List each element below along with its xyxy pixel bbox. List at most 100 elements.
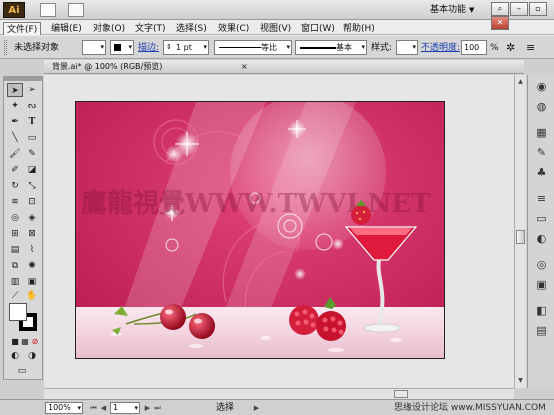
free-transform-tool-icon[interactable]: ⊡ <box>24 195 40 209</box>
rotate-tool-icon[interactable]: ↻ <box>7 179 23 193</box>
layers-panel-icon[interactable]: ◧ <box>533 303 550 319</box>
previous-artboard-icon[interactable]: ◀ <box>99 403 108 413</box>
close-tab-icon[interactable]: × <box>241 62 248 72</box>
chevron-down-icon: ▾ <box>134 404 138 412</box>
stepper-icon[interactable]: ⇕ <box>166 41 172 54</box>
symbols-panel-icon[interactable]: ♣ <box>533 165 550 181</box>
app-logo: Ai <box>3 2 25 18</box>
search-icon[interactable]: ⌕ <box>491 2 509 16</box>
appearance-panel-icon[interactable]: ◎ <box>533 257 550 273</box>
canvas-area[interactable]: 鷹龍視覺WWW.TWVI.NET <box>44 75 514 388</box>
type-tool-icon[interactable]: T <box>24 115 40 129</box>
profile-label: 等比 <box>261 41 277 54</box>
next-artboard-icon[interactable]: ▶ <box>143 403 152 413</box>
opacity-unit: % <box>490 43 499 53</box>
minimize-button[interactable]: – <box>510 2 528 16</box>
artboard[interactable]: 鷹龍視覺WWW.TWVI.NET <box>75 101 445 359</box>
menu-edit[interactable]: 编辑(E) <box>48 22 85 36</box>
status-menu-icon[interactable]: ▶ <box>252 403 261 413</box>
workspace-switcher[interactable]: 基本功能 ▼ <box>430 3 474 17</box>
maximize-button[interactable]: ▫ <box>529 2 547 16</box>
menu-view[interactable]: 视图(V) <box>257 22 294 36</box>
panel-menu-icon[interactable]: ≡ <box>526 41 535 55</box>
color-guide-icon[interactable]: ◍ <box>533 99 550 115</box>
eraser-tool-icon[interactable]: ◪ <box>24 163 40 177</box>
menu-window[interactable]: 窗口(W) <box>298 22 338 36</box>
close-button[interactable]: ✕ <box>491 16 509 30</box>
draw-behind-icon[interactable]: ◑ <box>24 349 40 363</box>
artboard-number-field[interactable]: 1 ▾ <box>110 402 140 414</box>
live-paint-tool-icon[interactable]: ◈ <box>24 211 40 225</box>
screen-mode-icon[interactable]: ▭ <box>14 364 30 378</box>
blob-brush-tool-icon[interactable]: ✐ <box>7 163 23 177</box>
fill-color-dropdown[interactable]: ▾ <box>82 40 106 55</box>
brush-definition[interactable]: 基本 ▾ <box>295 40 367 55</box>
shape-builder-tool-icon[interactable]: ◎ <box>7 211 23 225</box>
gradient-panel-icon[interactable]: ▭ <box>533 211 550 227</box>
panel-grip <box>4 77 42 81</box>
scroll-thumb[interactable] <box>394 390 408 398</box>
rectangle-tool-icon[interactable]: ▭ <box>24 131 40 145</box>
paintbrush-tool-icon[interactable]: 🖌 <box>7 147 23 161</box>
menu-object[interactable]: 对象(O) <box>90 22 128 36</box>
gradient-tool-icon[interactable]: ▤ <box>7 243 23 257</box>
menu-file[interactable]: 文件(F) <box>3 22 42 36</box>
graphic-style-dropdown[interactable]: ▾ <box>396 40 418 55</box>
column-graph-tool-icon[interactable]: ▥ <box>7 275 23 289</box>
pencil-tool-icon[interactable]: ✎ <box>24 147 40 161</box>
scale-tool-icon[interactable]: ⤡ <box>24 179 40 193</box>
artboard-tool-icon[interactable]: ▣ <box>24 275 40 289</box>
grip-icon <box>4 40 7 55</box>
opacity-link[interactable]: 不透明度: <box>421 41 460 55</box>
mesh-tool-icon[interactable]: ⊠ <box>24 227 40 241</box>
scroll-down-icon[interactable]: ▼ <box>516 376 525 385</box>
variable-width-profile[interactable]: 等比 ▾ <box>214 40 292 55</box>
eyedropper-tool-icon[interactable]: ⌇ <box>24 243 40 257</box>
scroll-up-icon[interactable]: ▲ <box>516 77 525 86</box>
blend-tool-icon[interactable]: ⧉ <box>7 259 23 273</box>
menu-type[interactable]: 文字(T) <box>132 22 169 36</box>
horizontal-scrollbar[interactable] <box>44 388 514 399</box>
first-artboard-icon[interactable]: ⏮ <box>89 403 98 413</box>
arrange-documents-icon[interactable] <box>68 3 84 17</box>
direct-selection-tool-icon[interactable]: ➢ <box>24 83 40 97</box>
warp-tool-icon[interactable]: ≋ <box>7 195 23 209</box>
selection-tool-icon[interactable]: ➤ <box>7 83 23 97</box>
control-bar: 未选择对象 ▾ ▾ 描边: ⇕ 1 pt ▾ 等比 ▾ 基本 ▾ 样式: ▾ 不… <box>0 35 554 59</box>
magic-wand-tool-icon[interactable]: ✦ <box>7 99 23 113</box>
symbol-sprayer-tool-icon[interactable]: ✺ <box>24 259 40 273</box>
menu-select[interactable]: 选择(S) <box>173 22 210 36</box>
hand-tool-icon[interactable]: ✋ <box>24 289 40 303</box>
menu-effect[interactable]: 效果(C) <box>215 22 252 36</box>
menu-help[interactable]: 帮助(H) <box>340 22 378 36</box>
recolor-artwork-icon[interactable]: ✲ <box>506 41 515 55</box>
transparency-panel-icon[interactable]: ◐ <box>533 231 550 247</box>
stroke-color-dropdown[interactable]: ▾ <box>110 40 134 55</box>
artboards-panel-icon[interactable]: ▤ <box>533 323 550 339</box>
pen-tool-icon[interactable]: ✒ <box>7 115 23 129</box>
lasso-tool-icon[interactable]: ᔓ <box>24 99 40 113</box>
zoom-field[interactable]: 100% ▾ <box>45 402 83 414</box>
stroke-panel-icon[interactable]: ≡ <box>533 191 550 207</box>
line-tool-icon[interactable]: ╲ <box>7 131 23 145</box>
chevron-down-icon: ▾ <box>286 43 290 51</box>
perspective-grid-tool-icon[interactable]: ⊞ <box>7 227 23 241</box>
none-mode-icon[interactable]: ⊘ <box>27 335 43 349</box>
stroke-weight-field[interactable]: ⇕ 1 pt ▾ <box>163 40 209 55</box>
scroll-thumb[interactable] <box>516 230 525 244</box>
vertical-scrollbar[interactable]: ▲ ▼ <box>514 75 526 388</box>
last-artboard-icon[interactable]: ⏭ <box>153 403 162 413</box>
opacity-field[interactable]: 100 <box>461 40 487 55</box>
draw-normal-icon[interactable]: ◐ <box>7 349 23 363</box>
brushes-panel-icon[interactable]: ✎ <box>533 145 550 161</box>
swatches-panel-icon[interactable]: ▦ <box>533 125 550 141</box>
tools-panel: ➤ ➢ ✦ ᔓ ✒ T ╲ ▭ 🖌 ✎ ✐ ◪ ↻ ⤡ ≋ ⊡ ◎ ◈ ⊞ ⊠ … <box>3 76 43 380</box>
bridge-icon[interactable] <box>40 3 56 17</box>
chevron-down-icon: ▾ <box>100 43 104 51</box>
stroke-link[interactable]: 描边: <box>138 41 159 55</box>
document-tab[interactable]: 背景.ai* @ 100% (RGB/预览) × <box>44 60 524 74</box>
color-panel-icon[interactable]: ◉ <box>533 79 550 95</box>
fill-color-swatch[interactable] <box>9 303 27 321</box>
graphic-styles-panel-icon[interactable]: ▣ <box>533 277 550 293</box>
slice-tool-icon[interactable]: ⟋ <box>7 289 23 303</box>
